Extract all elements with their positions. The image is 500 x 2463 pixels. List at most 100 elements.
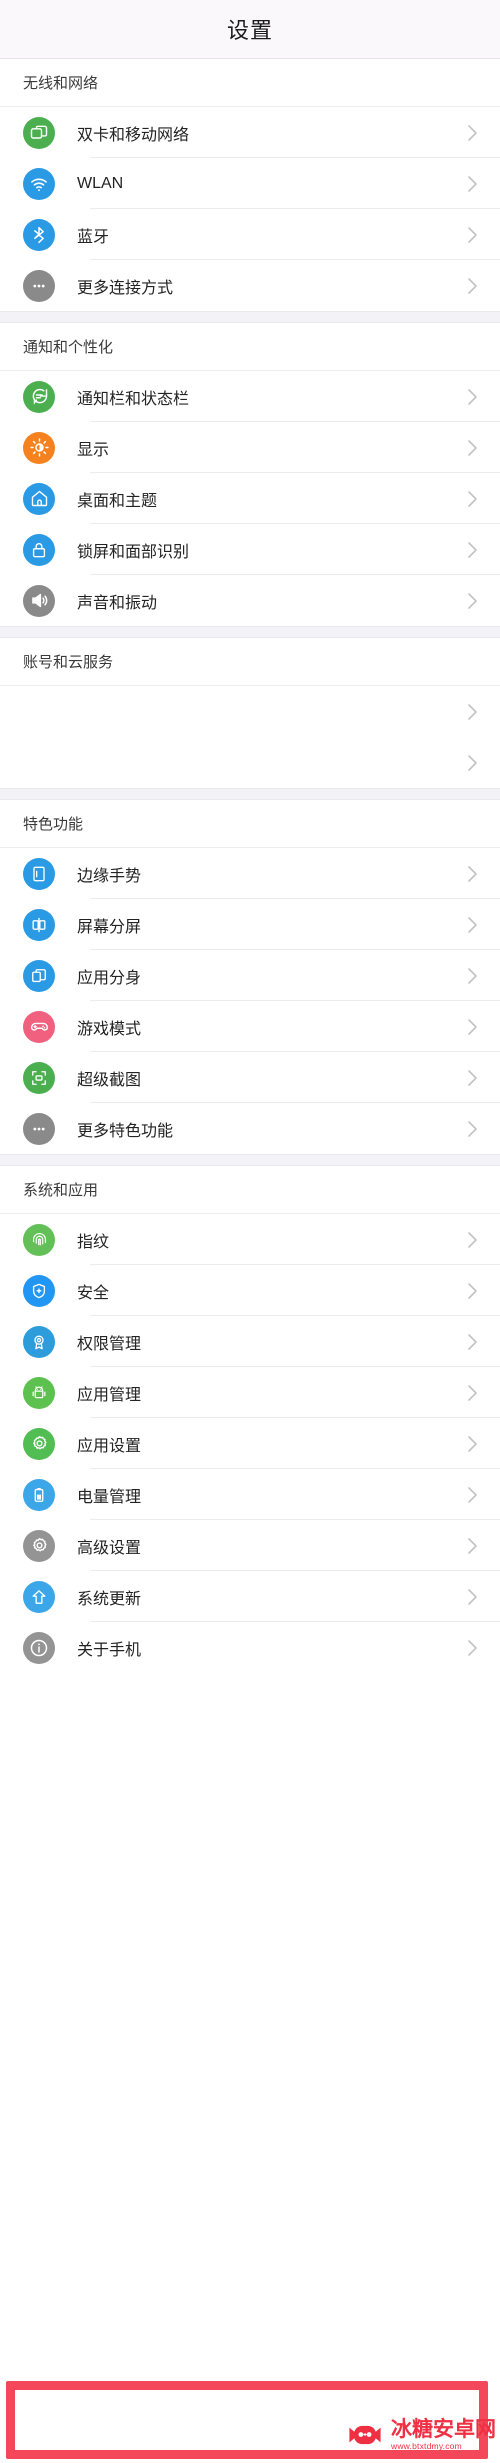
split-screen-icon <box>23 908 55 941</box>
setting-row-permission-manager[interactable]: 权限管理 <box>0 1316 500 1367</box>
chevron-right-icon <box>467 865 478 883</box>
edge-gesture-icon <box>23 857 55 890</box>
badge-icon <box>23 1325 55 1358</box>
chevron-right-icon <box>467 490 478 508</box>
section-gap <box>0 626 500 638</box>
setting-label: 应用分身 <box>77 969 142 987</box>
setting-row-split-screen[interactable]: 屏幕分屏 <box>0 899 500 950</box>
setting-row-app-clone[interactable]: 应用分身 <box>0 950 500 1001</box>
section-gap <box>0 1154 500 1166</box>
setting-label: WLAN <box>77 174 124 192</box>
setting-row-account-2[interactable] <box>0 737 500 788</box>
setting-row-dual-sim[interactable]: 双卡和移动网络 <box>0 107 500 158</box>
setting-row-desktop-theme[interactable]: 桌面和主题 <box>0 473 500 524</box>
setting-row-super-screenshot[interactable]: 超级截图 <box>0 1052 500 1103</box>
section-gap <box>0 311 500 323</box>
section-header-account: 账号和云服务 <box>0 638 500 686</box>
setting-row-sound-vibration[interactable]: 声音和振动 <box>0 575 500 626</box>
battery-icon <box>23 1478 55 1511</box>
setting-label: 超级截图 <box>77 1071 142 1089</box>
setting-label: 高级设置 <box>77 1539 142 1557</box>
setting-row-advanced-settings[interactable]: 高级设置 <box>0 1520 500 1571</box>
chevron-right-icon <box>467 1231 478 1249</box>
gear-icon <box>23 1427 55 1460</box>
chevron-right-icon <box>467 592 478 610</box>
setting-row-app-settings[interactable]: 应用设置 <box>0 1418 500 1469</box>
fingerprint-icon <box>23 1223 55 1256</box>
android-icon <box>23 1376 55 1409</box>
chevron-right-icon <box>467 1384 478 1402</box>
chevron-right-icon <box>467 916 478 934</box>
chevron-right-icon <box>467 1120 478 1138</box>
setting-row-app-manager[interactable]: 应用管理 <box>0 1367 500 1418</box>
setting-row-security[interactable]: 安全 <box>0 1265 500 1316</box>
chevron-right-icon <box>467 754 478 772</box>
chevron-right-icon <box>467 124 478 142</box>
titlebar: 设置 <box>0 0 500 59</box>
setting-label: 安全 <box>77 1284 110 1302</box>
watermark-site-name: 冰糖安卓网 <box>391 2418 496 2442</box>
brightness-icon <box>23 431 55 464</box>
setting-label: 电量管理 <box>77 1488 142 1506</box>
setting-row-account-1[interactable] <box>0 686 500 737</box>
chevron-right-icon <box>467 541 478 559</box>
setting-label: 权限管理 <box>77 1335 142 1353</box>
setting-row-bluetooth[interactable]: 蓝牙 <box>0 209 500 260</box>
bluetooth-icon <box>23 218 55 251</box>
chevron-right-icon <box>467 388 478 406</box>
setting-row-notification-bar[interactable]: 通知栏和状态栏 <box>0 371 500 422</box>
setting-label: 声音和振动 <box>77 594 158 612</box>
setting-row-system-update[interactable]: 系统更新 <box>0 1571 500 1622</box>
chevron-right-icon <box>467 1639 478 1657</box>
setting-label: 应用管理 <box>77 1386 142 1404</box>
settings-screen: 设置 无线和网络 双卡和移动网络 WLAN 蓝牙 更多连接方式 通知和个性化 通… <box>0 0 500 2463</box>
gear-icon <box>23 1529 55 1562</box>
gamepad-icon <box>23 1010 55 1043</box>
chevron-right-icon <box>467 1069 478 1087</box>
lock-icon <box>23 533 55 566</box>
setting-label: 更多特色功能 <box>77 1122 174 1140</box>
setting-label: 显示 <box>77 441 110 459</box>
chat-bubble-icon <box>23 380 55 413</box>
chevron-right-icon <box>467 1333 478 1351</box>
setting-label: 更多连接方式 <box>77 279 174 297</box>
speaker-icon <box>23 584 55 617</box>
setting-label: 桌面和主题 <box>77 492 158 510</box>
info-icon <box>23 1631 55 1664</box>
section-header-notification: 通知和个性化 <box>0 323 500 371</box>
section-header-system: 系统和应用 <box>0 1166 500 1214</box>
section-gap <box>0 788 500 800</box>
sim-card-icon <box>23 116 55 149</box>
chevron-right-icon <box>467 967 478 985</box>
setting-row-more-features[interactable]: 更多特色功能 <box>0 1103 500 1154</box>
chevron-right-icon <box>467 1537 478 1555</box>
setting-row-fingerprint[interactable]: 指纹 <box>0 1214 500 1265</box>
chevron-right-icon <box>467 1588 478 1606</box>
setting-row-game-mode[interactable]: 游戏模式 <box>0 1001 500 1052</box>
ellipsis-icon <box>23 1112 55 1145</box>
chevron-right-icon <box>467 1486 478 1504</box>
setting-row-battery-manager[interactable]: 电量管理 <box>0 1469 500 1520</box>
setting-row-edge-gesture[interactable]: 边缘手势 <box>0 848 500 899</box>
screenshot-icon <box>23 1061 55 1094</box>
setting-row-display[interactable]: 显示 <box>0 422 500 473</box>
setting-label: 通知栏和状态栏 <box>77 390 190 408</box>
chevron-right-icon <box>467 439 478 457</box>
home-icon <box>23 482 55 515</box>
chevron-right-icon <box>467 703 478 721</box>
setting-label: 系统更新 <box>77 1590 142 1608</box>
setting-row-more-connections[interactable]: 更多连接方式 <box>0 260 500 311</box>
chevron-right-icon <box>467 226 478 244</box>
setting-label: 屏幕分屏 <box>77 918 142 936</box>
app-clone-icon <box>23 959 55 992</box>
arrow-up-icon <box>23 1580 55 1613</box>
chevron-right-icon <box>467 1282 478 1300</box>
setting-label: 关于手机 <box>77 1641 142 1659</box>
shield-icon <box>23 1274 55 1307</box>
setting-label: 双卡和移动网络 <box>77 126 190 144</box>
setting-row-about-phone[interactable]: 关于手机 <box>0 1622 500 1673</box>
setting-row-wlan[interactable]: WLAN <box>0 158 500 209</box>
watermark-url: www.btxtdmy.com <box>391 2441 462 2452</box>
setting-row-lockscreen-face[interactable]: 锁屏和面部识别 <box>0 524 500 575</box>
chevron-right-icon <box>467 277 478 295</box>
